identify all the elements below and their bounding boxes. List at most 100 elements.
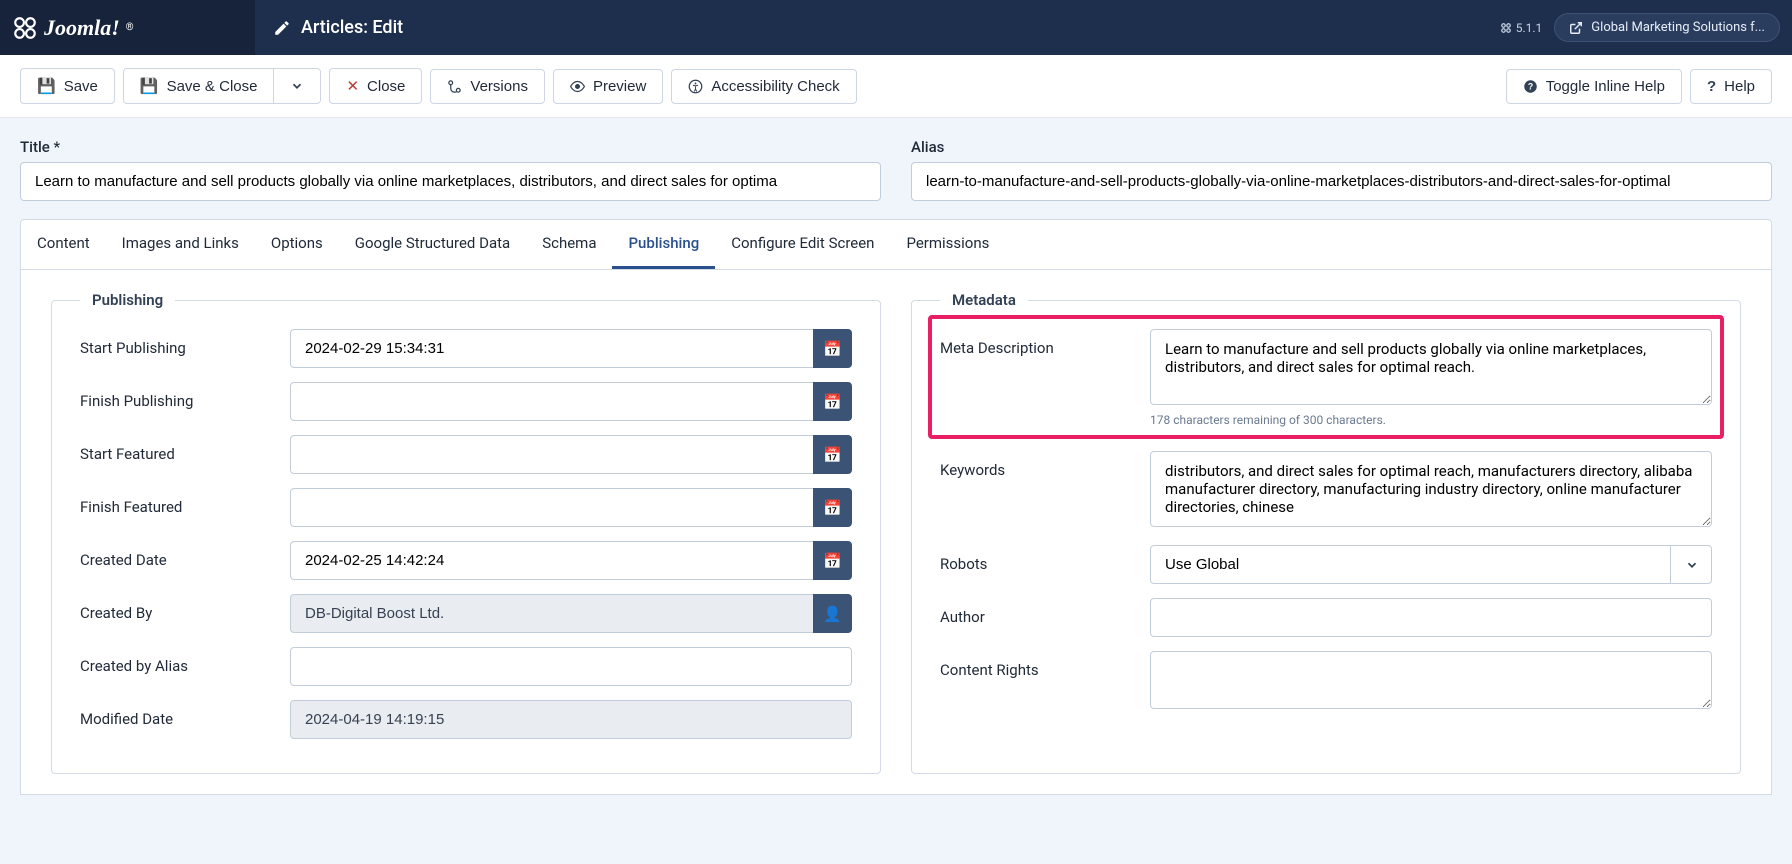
robots-select[interactable] <box>1150 545 1712 584</box>
start-publishing-calendar-button[interactable]: 📅 <box>813 329 852 368</box>
tab-publishing[interactable]: Publishing <box>612 220 715 269</box>
start-featured-calendar-button[interactable]: 📅 <box>813 435 852 474</box>
accessibility-button[interactable]: Accessibility Check <box>671 69 856 104</box>
close-button[interactable]: ✕Close <box>329 68 422 104</box>
created-by-row: Created By 👤 <box>80 594 852 633</box>
calendar-icon: 📅 <box>823 499 842 517</box>
title-label: Title * <box>20 138 881 156</box>
toolbar: 💾Save 💾Save & Close ✕Close Versions Prev… <box>0 55 1792 118</box>
finish-publishing-input[interactable] <box>290 382 813 421</box>
keywords-textarea[interactable] <box>1150 451 1712 527</box>
author-row: Author <box>940 598 1712 637</box>
created-by-alias-row: Created by Alias <box>80 647 852 686</box>
close-icon: ✕ <box>346 77 359 95</box>
publishing-legend: Publishing <box>80 291 175 309</box>
start-featured-input[interactable] <box>290 435 813 474</box>
chevron-down-icon <box>290 79 304 93</box>
tab-content-area: Publishing Start Publishing 📅 Finish Pub… <box>20 270 1772 795</box>
metadata-legend: Metadata <box>940 291 1028 309</box>
toggle-help-button[interactable]: ?Toggle Inline Help <box>1506 69 1682 104</box>
meta-desc-textarea[interactable] <box>1150 329 1712 405</box>
keywords-row: Keywords <box>940 451 1712 531</box>
alias-label: Alias <box>911 138 1772 156</box>
start-publishing-label: Start Publishing <box>80 329 290 357</box>
page-title: Articles: Edit <box>301 17 403 38</box>
save-icon: 💾 <box>37 77 56 95</box>
robots-row: Robots <box>940 545 1712 584</box>
meta-desc-hint: 178 characters remaining of 300 characte… <box>1150 413 1712 427</box>
eye-icon <box>570 79 585 94</box>
tab-images-links[interactable]: Images and Links <box>106 220 255 269</box>
preview-button[interactable]: Preview <box>553 69 663 104</box>
site-link-button[interactable]: Global Marketing Solutions f... <box>1554 13 1780 42</box>
versions-button[interactable]: Versions <box>430 69 545 104</box>
modified-date-input <box>290 700 852 739</box>
finish-publishing-row: Finish Publishing 📅 <box>80 382 852 421</box>
external-link-icon <box>1569 21 1583 35</box>
modified-date-label: Modified Date <box>80 700 290 728</box>
start-publishing-input[interactable] <box>290 329 813 368</box>
tab-google-structured-data[interactable]: Google Structured Data <box>339 220 526 269</box>
joomla-small-icon <box>1500 22 1512 34</box>
keywords-label: Keywords <box>940 451 1150 479</box>
metadata-fieldset: Metadata Meta Description 178 characters… <box>911 300 1741 774</box>
tab-configure-edit-screen[interactable]: Configure Edit Screen <box>715 220 890 269</box>
accessibility-icon <box>688 79 703 94</box>
help-button[interactable]: ?Help <box>1690 69 1772 104</box>
tab-schema[interactable]: Schema <box>526 220 612 269</box>
calendar-icon: 📅 <box>823 393 842 411</box>
save-close-group: 💾Save & Close <box>123 68 322 104</box>
meta-desc-label: Meta Description <box>940 329 1150 357</box>
calendar-icon: 📅 <box>823 446 842 464</box>
finish-featured-input[interactable] <box>290 488 813 527</box>
created-date-calendar-button[interactable]: 📅 <box>813 541 852 580</box>
finish-publishing-calendar-button[interactable]: 📅 <box>813 382 852 421</box>
created-by-alias-label: Created by Alias <box>80 647 290 675</box>
finish-featured-row: Finish Featured 📅 <box>80 488 852 527</box>
created-by-input[interactable] <box>290 594 813 633</box>
meta-desc-row: Meta Description 178 characters remainin… <box>940 329 1712 427</box>
title-field-col: Title * <box>20 138 881 201</box>
save-icon: 💾 <box>140 77 159 95</box>
page-title-wrap: Articles: Edit <box>255 17 1500 38</box>
finish-featured-calendar-button[interactable]: 📅 <box>813 488 852 527</box>
author-input[interactable] <box>1150 598 1712 637</box>
brand-logo[interactable]: Joomla! ® <box>12 15 134 41</box>
tab-content[interactable]: Content <box>21 220 106 269</box>
topbar: Joomla! ® Articles: Edit 5.1.1 Global Ma… <box>0 0 1792 55</box>
title-input[interactable] <box>20 162 881 201</box>
topbar-right: 5.1.1 Global Marketing Solutions f... <box>1500 13 1792 42</box>
rights-row: Content Rights <box>940 651 1712 713</box>
created-by-user-button[interactable]: 👤 <box>813 594 852 633</box>
finish-featured-label: Finish Featured <box>80 488 290 516</box>
title-alias-row: Title * Alias <box>20 138 1772 201</box>
tabbar: Content Images and Links Options Google … <box>20 219 1772 270</box>
alias-input[interactable] <box>911 162 1772 201</box>
publishing-fieldset: Publishing Start Publishing 📅 Finish Pub… <box>51 300 881 774</box>
save-button[interactable]: 💾Save <box>20 68 115 104</box>
save-close-button[interactable]: 💾Save & Close <box>123 68 275 104</box>
start-featured-label: Start Featured <box>80 435 290 463</box>
svg-text:?: ? <box>1528 81 1533 91</box>
modified-date-row: Modified Date <box>80 700 852 739</box>
created-by-alias-input[interactable] <box>290 647 852 686</box>
calendar-icon: 📅 <box>823 340 842 358</box>
pencil-icon <box>273 19 291 37</box>
brand-text: Joomla! <box>44 15 120 41</box>
branch-icon <box>447 79 462 94</box>
tab-permissions[interactable]: Permissions <box>890 220 1005 269</box>
save-close-dropdown[interactable] <box>274 68 321 104</box>
created-by-label: Created By <box>80 594 290 622</box>
rights-label: Content Rights <box>940 651 1150 679</box>
start-publishing-row: Start Publishing 📅 <box>80 329 852 368</box>
user-icon: 👤 <box>823 605 842 623</box>
question-circle-icon: ? <box>1523 79 1538 94</box>
created-date-label: Created Date <box>80 541 290 569</box>
version-badge[interactable]: 5.1.1 <box>1500 21 1543 35</box>
rights-textarea[interactable] <box>1150 651 1712 709</box>
calendar-icon: 📅 <box>823 552 842 570</box>
author-label: Author <box>940 598 1150 626</box>
tab-options[interactable]: Options <box>255 220 339 269</box>
created-date-input[interactable] <box>290 541 813 580</box>
question-icon: ? <box>1707 78 1716 95</box>
